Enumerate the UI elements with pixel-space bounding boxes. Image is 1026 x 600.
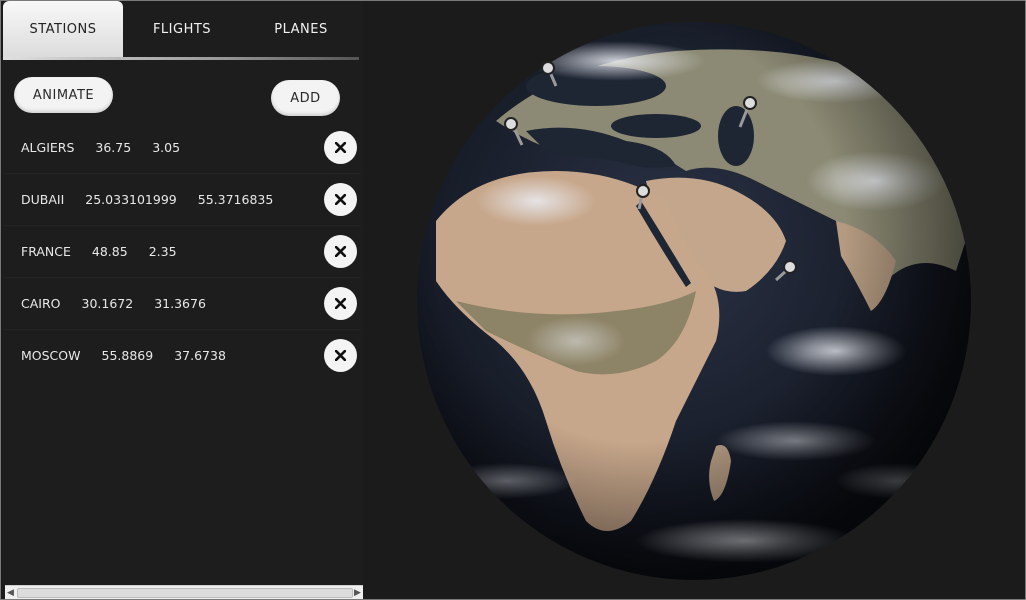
scrollbar-thumb[interactable] <box>17 588 353 598</box>
tab-stations[interactable]: STATIONS <box>3 1 123 57</box>
station-row: CAIRO 30.1672 31.3676 <box>3 277 361 329</box>
station-info: ALGIERS 36.75 3.05 <box>21 122 201 173</box>
tab-bar: STATIONS FLIGHTS PLANES <box>3 1 361 60</box>
station-row: MOSCOW 55.8869 37.6738 <box>3 329 361 381</box>
close-icon <box>335 350 346 361</box>
scroll-left-icon[interactable]: ◀ <box>5 586 16 599</box>
close-icon <box>335 142 346 153</box>
delete-station-button[interactable] <box>324 287 357 320</box>
delete-station-button[interactable] <box>324 131 357 164</box>
tab-flights[interactable]: FLIGHTS <box>122 1 242 57</box>
station-info: DUBAII 25.033101999 55.3716835 <box>21 174 294 225</box>
stations-panel: STATIONS FLIGHTS PLANES ANIMATE ADD ALGI… <box>3 1 363 599</box>
station-lat: 48.85 <box>91 244 128 259</box>
station-row: DUBAII 25.033101999 55.3716835 <box>3 173 361 225</box>
station-name: MOSCOW <box>21 348 81 363</box>
add-button[interactable]: ADD <box>271 80 340 116</box>
station-row: ALGIERS 36.75 3.05 <box>3 122 361 173</box>
globe-view[interactable] <box>416 21 972 581</box>
station-lon: 2.35 <box>148 244 177 259</box>
station-row: FRANCE 48.85 2.35 <box>3 225 361 277</box>
station-name: DUBAII <box>21 192 65 207</box>
scroll-right-icon[interactable]: ▶ <box>352 586 363 599</box>
station-info: FRANCE 48.85 2.35 <box>21 226 198 277</box>
close-icon <box>335 194 346 205</box>
station-lat: 30.1672 <box>81 296 134 311</box>
station-info: MOSCOW 55.8869 37.6738 <box>21 330 247 381</box>
station-lon: 31.3676 <box>154 296 206 311</box>
station-info: CAIRO 30.1672 31.3676 <box>21 278 227 329</box>
tab-planes[interactable]: PLANES <box>241 1 361 57</box>
delete-station-button[interactable] <box>324 235 357 268</box>
delete-station-button[interactable] <box>324 339 357 372</box>
earth-globe[interactable] <box>416 21 972 581</box>
close-icon <box>335 298 346 309</box>
tab-underline <box>3 57 359 60</box>
delete-station-button[interactable] <box>324 183 357 216</box>
animate-button[interactable]: ANIMATE <box>14 77 113 113</box>
station-list: ALGIERS 36.75 3.05 DUBAII 25.033101999 5… <box>3 122 361 381</box>
station-name: ALGIERS <box>21 140 75 155</box>
station-lon: 37.6738 <box>174 348 226 363</box>
station-name: CAIRO <box>21 296 61 311</box>
close-icon <box>335 246 346 257</box>
station-lon: 3.05 <box>152 140 181 155</box>
station-lat: 25.033101999 <box>85 192 177 207</box>
station-name: FRANCE <box>21 244 71 259</box>
station-lat: 55.8869 <box>101 348 154 363</box>
station-lon: 55.3716835 <box>197 192 274 207</box>
horizontal-scrollbar[interactable]: ◀ ▶ <box>5 585 363 599</box>
station-lat: 36.75 <box>95 140 132 155</box>
